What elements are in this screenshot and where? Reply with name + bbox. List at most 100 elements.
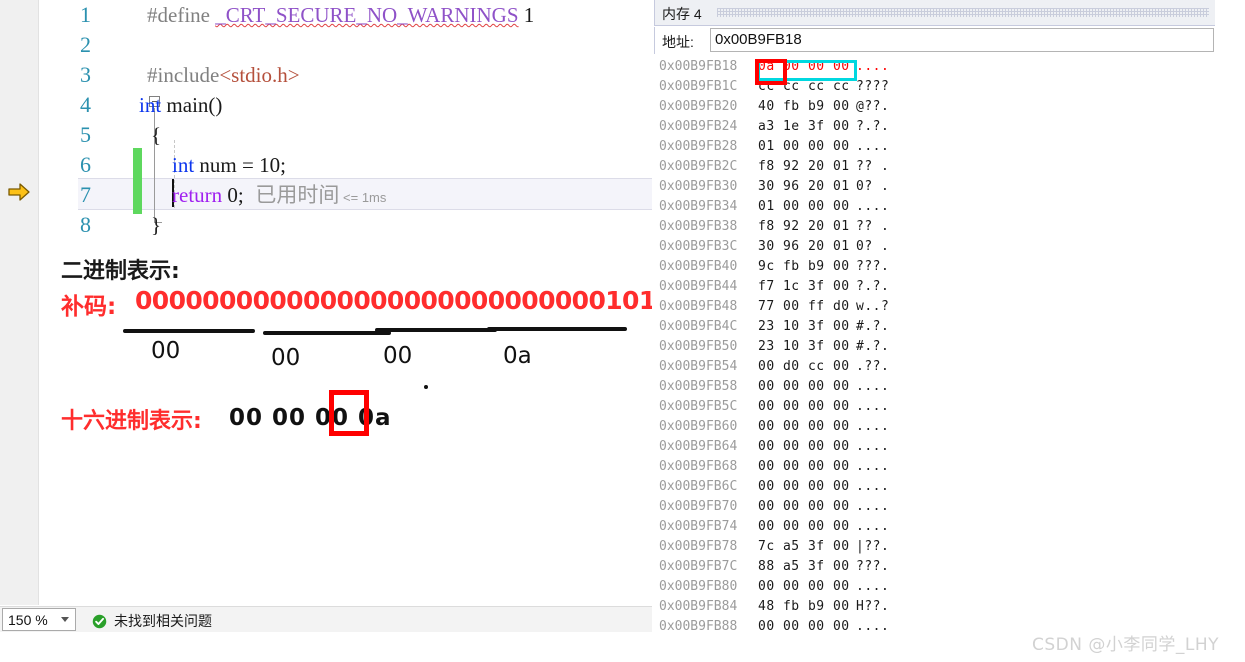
memory-row-ascii: .??.	[856, 359, 890, 374]
memory-row-ascii: |??.	[856, 539, 890, 554]
memory-window-title-bar[interactable]: 内存 4	[654, 0, 1215, 26]
editor-indicator-margin[interactable]	[0, 0, 39, 605]
code-token: int	[139, 93, 162, 117]
line-number: 6	[80, 152, 91, 177]
memory-row-ascii: 0? .	[856, 239, 890, 254]
memory-row-address: 0x00B9FB18	[659, 59, 738, 74]
memory-row[interactable]: 0x00B9FB48 77 00 ff d0 w..?	[654, 297, 1215, 317]
memory-row[interactable]: 0x00B9FB30 30 96 20 01 0? .	[654, 177, 1215, 197]
memory-row[interactable]: 0x00B9FB78 7c a5 3f 00 |??.	[654, 537, 1215, 557]
memory-row-address: 0x00B9FB70	[659, 499, 738, 514]
elapsed-time-datatip: 已用时间 <= 1ms	[243, 184, 387, 207]
memory-row-address: 0x00B9FB4C	[659, 319, 738, 334]
memory-row-address: 0x00B9FB1C	[659, 79, 738, 94]
elapsed-time-value: <= 1ms	[339, 190, 387, 205]
memory-row-bytes: f8 92 20 01	[758, 159, 850, 174]
editor-status-bar: 150 % 未找到相关问题	[0, 606, 652, 632]
check-circle-icon	[92, 614, 107, 628]
memory-row[interactable]: 0x00B9FB24 a3 1e 3f 00?.?.	[654, 117, 1215, 137]
memory-row[interactable]: 0x00B9FB2C f8 92 20 01 ?? .	[654, 157, 1215, 177]
memory-row-ascii: ....	[856, 379, 890, 394]
memory-rows-container[interactable]: 0x00B9FB18 0a 00 00 00.... 0x00B9FB1C cc cc…	[654, 57, 1215, 637]
memory-row-address: 0x00B9FB88	[659, 619, 738, 634]
error-status-text: 未找到相关问题	[114, 613, 212, 629]
memory-row-ascii: ?.?.	[856, 119, 890, 134]
address-label: 地址:	[662, 34, 694, 50]
elapsed-time-label: 已用时间	[243, 184, 340, 207]
byte-group-underline-3	[375, 328, 497, 332]
memory-row[interactable]: 0x00B9FB7C 88 a5 3f 00???.	[654, 557, 1215, 577]
memory-row[interactable]: 0x00B9FB28 01 00 00 00....	[654, 137, 1215, 157]
current-statement-arrow-icon	[8, 183, 30, 201]
memory-row-ascii: @??.	[856, 99, 890, 114]
code-line-text: #include<stdio.h>	[147, 60, 300, 90]
memory-row-bytes: 30 96 20 01	[758, 239, 850, 254]
line-number: 3	[80, 62, 91, 87]
memory-row[interactable]: 0x00B9FB58 00 00 00 00....	[654, 377, 1215, 397]
memory-row[interactable]: 0x00B9FB1C cc cc cc cc????	[654, 77, 1215, 97]
memory-window-title: 内存 4	[662, 6, 702, 22]
memory-row-bytes: 40 fb b9 00	[758, 99, 850, 114]
memory-row[interactable]: 0x00B9FB20 40 fb b9 00 @??.	[654, 97, 1215, 117]
memory-row[interactable]: 0x00B9FB4C 23 10 3f 00 #.?.	[654, 317, 1215, 337]
byte-group-underline-2	[263, 331, 391, 335]
memory-row-ascii: ????	[856, 79, 890, 94]
memory-row[interactable]: 0x00B9FB40 9c fb b9 00???.	[654, 257, 1215, 277]
zoom-level-dropdown[interactable]: 150 %	[2, 608, 76, 631]
memory-row-address: 0x00B9FB48	[659, 299, 738, 314]
address-input[interactable]: 0x00B9FB18	[710, 28, 1214, 52]
memory-row-ascii: ....	[856, 479, 890, 494]
memory-row[interactable]: 0x00B9FB34 01 00 00 00....	[654, 197, 1215, 217]
memory-row-ascii: w..?	[856, 299, 890, 314]
code-line-text: return 0; 已用时间 <= 1ms	[151, 180, 386, 213]
memory-row-ascii: #.?.	[856, 319, 890, 334]
memory-row-ascii: ....	[856, 399, 890, 414]
memory-row-ascii: ....	[856, 499, 890, 514]
memory-row-ascii: 0? .	[856, 179, 890, 194]
memory-row[interactable]: 0x00B9FB3C 30 96 20 01 0? .	[654, 237, 1215, 257]
memory-address-row: 地址: 0x00B9FB18	[654, 27, 1215, 54]
line-number: 8	[80, 212, 91, 237]
memory-row-bytes: 9c fb b9 00	[758, 259, 850, 274]
memory-row[interactable]: 0x00B9FB64 00 00 00 00....	[654, 437, 1215, 457]
memory-row[interactable]: 0x00B9FB54 00 d0 cc 00.??.	[654, 357, 1215, 377]
memory-row-bytes: 00 00 00 00	[758, 619, 850, 634]
memory-row[interactable]: 0x00B9FB18 0a 00 00 00....	[654, 57, 1215, 77]
memory-row[interactable]: 0x00B9FB5C 00 00 00 00....	[654, 397, 1215, 417]
memory-row-address: 0x00B9FB40	[659, 259, 738, 274]
line-number: 5	[80, 122, 91, 147]
memory-byte-highlight-box	[755, 59, 787, 85]
hex-last-byte-highlight-box	[329, 390, 369, 436]
byte-group-label-4: 0a	[503, 343, 532, 369]
code-editor-panel: 1 #define _CRT_SECURE_NO_WARNINGS 1 2 3 #inc…	[0, 0, 652, 632]
memory-row-address: 0x00B9FB3C	[659, 239, 738, 254]
memory-row[interactable]: 0x00B9FB84 48 fb b9 00 H??.	[654, 597, 1215, 617]
memory-row[interactable]: 0x00B9FB6C 00 00 00 00....	[654, 477, 1215, 497]
memory-row[interactable]: 0x00B9FB68 00 00 00 00....	[654, 457, 1215, 477]
code-token: 1	[518, 3, 535, 27]
app-window: 1 #define _CRT_SECURE_NO_WARNINGS 1 2 3 #inc…	[0, 0, 1245, 662]
memory-row[interactable]: 0x00B9FB50 23 10 3f 00 #.?.	[654, 337, 1215, 357]
memory-row[interactable]: 0x00B9FB60 00 00 00 00....	[654, 417, 1215, 437]
memory-row-address: 0x00B9FB28	[659, 139, 738, 154]
memory-row-bytes: 00 00 00 00	[758, 379, 850, 394]
memory-row[interactable]: 0x00B9FB74 00 00 00 00....	[654, 517, 1215, 537]
memory-row[interactable]: 0x00B9FB70 00 00 00 00....	[654, 497, 1215, 517]
memory-row-bytes: f7 1c 3f 00	[758, 279, 850, 294]
memory-row-address: 0x00B9FB34	[659, 199, 738, 214]
code-token: _CRT_SECURE_NO_WARNINGS	[215, 3, 519, 27]
memory-row-ascii: ?.?.	[856, 279, 890, 294]
byte-group-underline-4	[487, 327, 627, 331]
memory-row[interactable]: 0x00B9FB44 f7 1c 3f 00?.?.	[654, 277, 1215, 297]
error-list-status[interactable]: 未找到相关问题	[92, 611, 212, 631]
memory-row[interactable]: 0x00B9FB38 f8 92 20 01 ?? .	[654, 217, 1215, 237]
memory-row-address: 0x00B9FB20	[659, 99, 738, 114]
title-bar-drag-grip[interactable]	[717, 8, 1209, 17]
watermark: CSDN @小李同学_LHY	[1032, 635, 1220, 655]
memory-row[interactable]: 0x00B9FB80 00 00 00 00....	[654, 577, 1215, 597]
memory-row-ascii: ....	[856, 519, 890, 534]
memory-row-ascii: ....	[856, 419, 890, 434]
memory-row-bytes: 00 00 00 00	[758, 459, 850, 474]
